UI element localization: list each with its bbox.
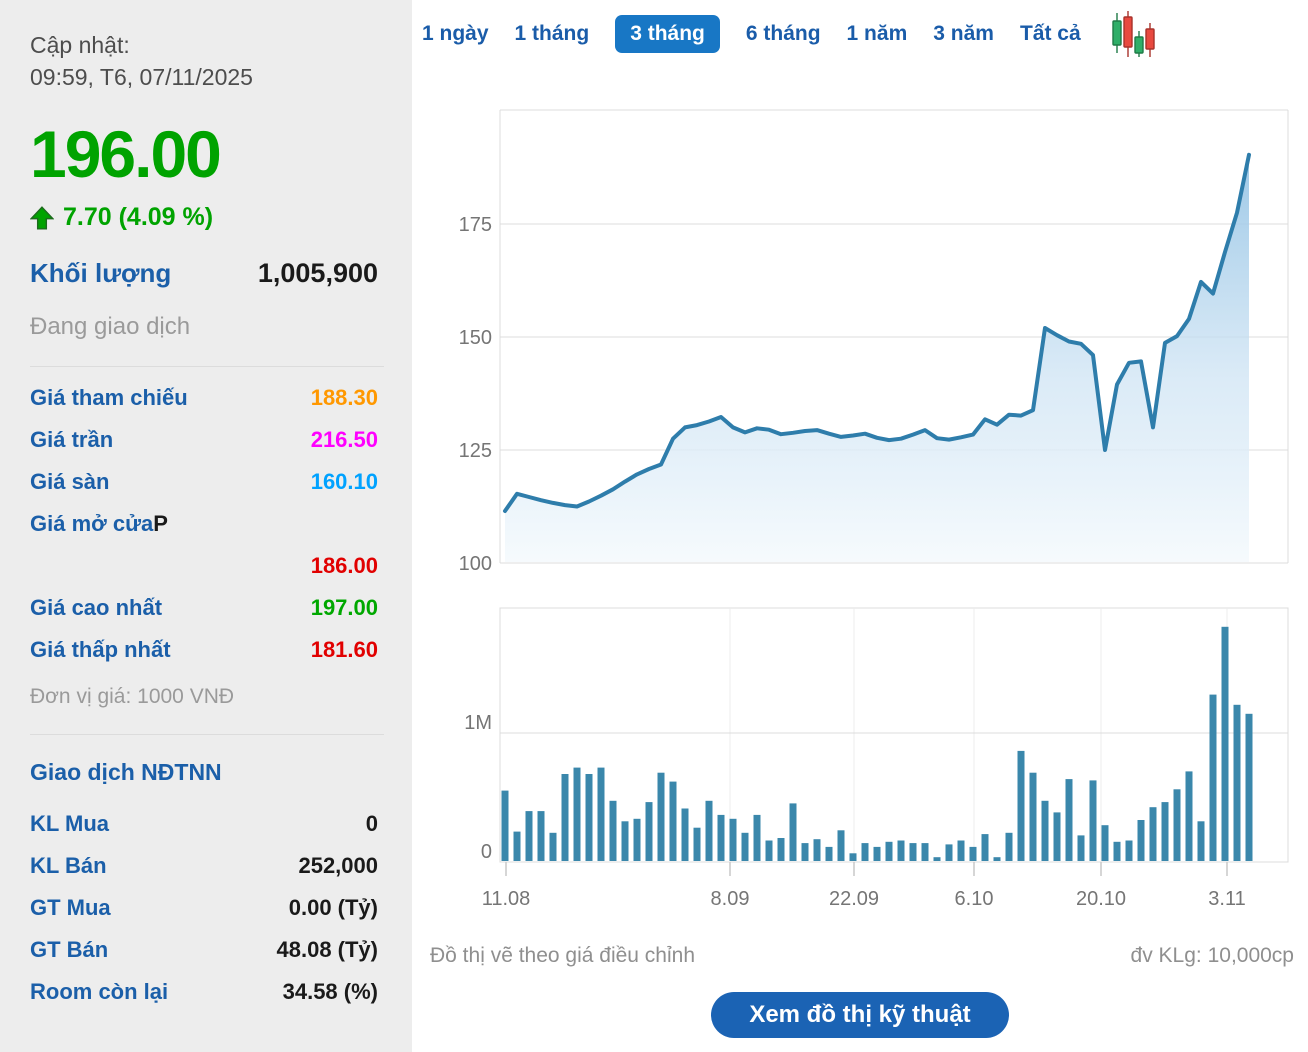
price-unit-note: Đơn vị giá: 1000 VNĐ [30,685,378,709]
row-value: 197.00 [311,587,378,629]
row-label: Room còn lại [30,971,168,1013]
row-value: 188.30 [311,377,378,419]
chart-panel: 1 ngày 1 tháng 3 tháng 6 tháng 1 năm 3 năm Tất… [412,0,1308,1052]
volume-unit-note: đv KLg: 10,000cp [1131,944,1294,968]
tab-3-nam[interactable]: 3 năm [933,15,994,53]
range-tabs: 1 ngày 1 tháng 3 tháng 6 tháng 1 năm 3 năm Tất… [422,12,1157,56]
row-kl-mua: KL Mua 0 [30,803,378,845]
svg-text:1M: 1M [464,712,492,734]
svg-text:20.10: 20.10 [1076,888,1126,910]
volume-label: Khối lượng [30,258,171,289]
row-label: Giá tham chiếu [30,377,188,419]
row-value: 252,000 [298,845,378,887]
candlestick-chart-icon[interactable] [1111,11,1157,57]
volume-row: Khối lượng 1,005,900 [30,258,378,289]
svg-text:150: 150 [459,327,492,349]
row-gia-thap-nhat: Giá thấp nhất 181.60 [30,629,378,671]
last-price: 196.00 [30,121,378,187]
tab-1-ngay[interactable]: 1 ngày [422,15,489,53]
row-gia-tham-chieu: Giá tham chiếu 188.30 [30,377,378,419]
row-label-suffix: P [153,511,168,536]
foreign-trading-table: KL Mua0KL Bán252,000GT Mua0.00 (Tỷ)GT Bá… [30,803,378,1013]
quote-panel: Cập nhật: 09:59, T6, 07/11/2025 196.00 7… [0,0,412,1052]
row-label: Giá mở cửaP [30,503,168,545]
row-value: 0 [366,803,378,845]
svg-text:175: 175 [459,214,492,236]
divider [30,734,384,735]
row-label: Giá trần [30,419,113,461]
up-arrow-icon [30,206,54,230]
row-value: 0.00 (Tỷ) [289,887,378,929]
row-value: 181.60 [311,629,378,671]
row-kl-ban: KL Bán 252,000 [30,845,378,887]
stock-quote-widget: Cập nhật: 09:59, T6, 07/11/2025 196.00 7… [0,0,1308,1052]
row-gia-cao-nhat: Giá cao nhất 197.00 [30,587,378,629]
session-status: Đang giao dịch [30,313,378,341]
svg-text:125: 125 [459,440,492,462]
price-info-table: Giá tham chiếu188.30Giá trần216.50Giá sà… [30,377,378,671]
chart-footnotes: Đồ thị vẽ theo giá điều chỉnh đv KLg: 10… [412,944,1308,968]
svg-text:100: 100 [459,553,492,575]
svg-text:0: 0 [481,841,492,863]
adjusted-price-note: Đồ thị vẽ theo giá điều chỉnh [430,944,695,968]
svg-text:22.09: 22.09 [829,888,879,910]
foreign-trading-title: Giao dịch NĐTNN [30,751,378,793]
row-label: KL Mua [30,803,109,845]
row-gia-san: Giá sàn 160.10 [30,461,378,503]
row-gt-mua: GT Mua 0.00 (Tỷ) [30,887,378,929]
technical-chart-button[interactable]: Xem đồ thị kỹ thuật [711,992,1009,1038]
divider [30,366,384,367]
price-change: 7.70 (4.09 %) [63,203,213,232]
row-gt-ban: GT Bán 48.08 (Tỷ) [30,929,378,971]
row-value: 216.50 [311,419,378,461]
price-volume-chart[interactable]: 175 150 125 100 1M 0 11.08 8.09 22.09 6.10 20.10 3.… [412,0,1308,1052]
row-gia-mo-cua-value-line: 186.00 [30,545,378,587]
tab-tat-ca[interactable]: Tất cả [1020,15,1081,53]
tab-1-thang[interactable]: 1 tháng [515,15,590,53]
svg-text:11.08: 11.08 [482,888,531,910]
row-gia-tran: Giá trần 216.50 [30,419,378,461]
svg-text:3.11: 3.11 [1208,888,1245,910]
svg-text:8.09: 8.09 [711,888,750,910]
updated-time: 09:59, T6, 07/11/2025 [30,62,378,94]
row-value: 48.08 (Tỷ) [277,929,379,971]
row-value: 160.10 [311,461,378,503]
row-label: Giá sàn [30,461,109,503]
tab-3-thang[interactable]: 3 tháng [615,15,720,53]
price-change-row: 7.70 (4.09 %) [30,203,378,232]
row-room-con-lai: Room còn lại 34.58 (%) [30,971,378,1013]
svg-text:6.10: 6.10 [955,888,994,910]
row-value: 186.00 [311,545,378,587]
row-label: Giá thấp nhất [30,629,171,671]
row-value: 34.58 (%) [283,971,378,1013]
row-label: Giá cao nhất [30,587,162,629]
row-label: GT Mua [30,887,111,929]
row-label: KL Bán [30,845,107,887]
tab-1-nam[interactable]: 1 năm [847,15,908,53]
row-gia-mo-cua: Giá mở cửaP [30,503,378,545]
volume-value: 1,005,900 [258,258,378,289]
row-label: GT Bán [30,929,108,971]
update-info: Cập nhật: 09:59, T6, 07/11/2025 [30,30,378,93]
tab-6-thang[interactable]: 6 tháng [746,15,821,53]
updated-label: Cập nhật: [30,30,378,62]
